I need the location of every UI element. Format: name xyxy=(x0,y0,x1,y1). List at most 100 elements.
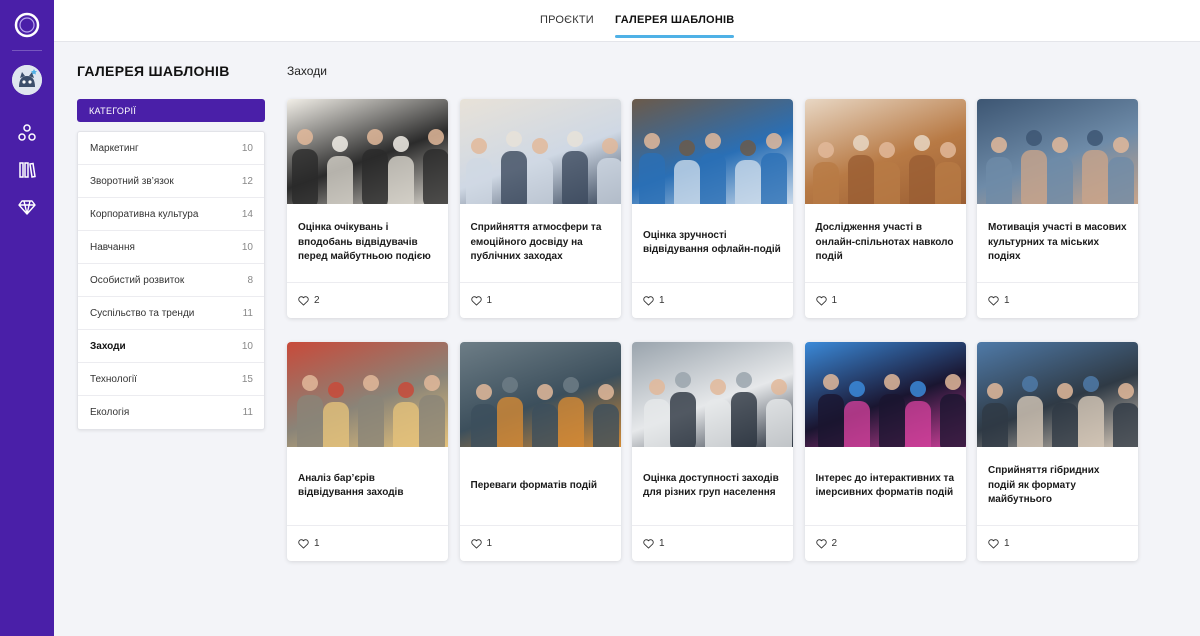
template-card[interactable]: Оцінка зручності відвідування офлайн-под… xyxy=(632,99,793,318)
category-item[interactable]: Маркетинг 10 xyxy=(78,132,264,165)
category-count: 10 xyxy=(241,241,253,253)
template-card[interactable]: Інтерес до інтерактивних та імерсивних ф… xyxy=(804,342,966,561)
category-item[interactable]: Заходи 10 xyxy=(78,330,264,363)
card-body: Оцінка зручності відвідування офлайн-под… xyxy=(632,204,793,283)
card-body: Дослідження участі в онлайн-спільнотах н… xyxy=(804,204,966,283)
card-image xyxy=(459,99,621,204)
template-grid: Оцінка очікувань і вподобань відвідувачі… xyxy=(287,99,1138,561)
category-item[interactable]: Особистий розвиток 8 xyxy=(78,264,264,297)
like-count: 1 xyxy=(486,295,493,306)
card-image xyxy=(804,99,966,204)
like-count: 1 xyxy=(659,538,665,549)
heart-icon[interactable] xyxy=(643,295,654,306)
template-card[interactable]: Оцінка доступності заходів для різних гр… xyxy=(632,342,793,561)
heart-icon[interactable] xyxy=(298,295,309,306)
template-card[interactable]: Мотивація участі в масових культурних та… xyxy=(977,99,1138,318)
left-rail xyxy=(0,0,54,636)
template-card[interactable]: Переваги форматів подій 1 xyxy=(459,342,621,561)
like-count: 1 xyxy=(1004,538,1010,549)
card-image xyxy=(287,99,448,204)
card-footer: 1 xyxy=(805,283,966,318)
card-title: Оцінка доступності заходів для різних гр… xyxy=(643,472,779,499)
heart-icon[interactable] xyxy=(815,538,827,549)
card-image xyxy=(804,342,966,447)
template-card[interactable]: Дослідження участі в онлайн-спільнотах н… xyxy=(804,99,966,318)
heart-icon[interactable] xyxy=(470,295,482,306)
category-label: Екологія xyxy=(90,407,130,418)
category-count: 10 xyxy=(241,340,253,352)
card-footer: 1 xyxy=(287,526,448,561)
like-count: 2 xyxy=(314,295,320,306)
category-list: Маркетинг 10 Зворотний зв’язок 12 Корпоратив… xyxy=(77,131,265,430)
category-item[interactable]: Технології 15 xyxy=(78,363,264,396)
card-image xyxy=(977,99,1138,204)
page-title: ГАЛЕРЕЯ ШАБЛОНІВ xyxy=(77,63,230,79)
app-logo-icon[interactable] xyxy=(13,11,41,39)
category-label: Навчання xyxy=(90,241,135,253)
category-item[interactable]: Корпоративна культура 14 xyxy=(78,198,264,231)
card-title: Аналіз бар’єрів відвідування заходів xyxy=(298,472,404,499)
card-footer: 1 xyxy=(977,283,1138,318)
card-title: Сприйняття гібридних подій як формату ма… xyxy=(988,465,1100,506)
tab-template-gallery[interactable]: ГАЛЕРЕЯ ШАБЛОНІВ xyxy=(615,14,735,38)
category-label: Корпоративна культура xyxy=(90,208,199,220)
category-label: Суспільство та тренди xyxy=(90,307,195,319)
card-footer: 1 xyxy=(632,526,793,561)
card-footer: 1 xyxy=(632,283,793,318)
card-footer: 1 xyxy=(977,526,1138,561)
categories-header: КАТЕГОРІЇ xyxy=(77,99,265,122)
card-body: Сприйняття атмосфери та емоційного досві… xyxy=(459,204,621,283)
category-item[interactable]: Екологія 11 xyxy=(78,396,264,429)
card-title: Оцінка зручності відвідування офлайн-под… xyxy=(643,229,781,256)
category-count: 15 xyxy=(241,373,253,385)
category-item[interactable]: Суспільство та тренди 11 xyxy=(78,297,264,330)
heart-icon[interactable] xyxy=(298,538,309,549)
category-count: 11 xyxy=(242,407,253,418)
avatar[interactable] xyxy=(12,65,42,95)
card-body: Інтерес до інтерактивних та імерсивних ф… xyxy=(804,447,966,526)
tab-projects[interactable]: ПРОЄКТИ xyxy=(540,14,594,26)
template-card[interactable]: Оцінка очікувань і вподобань відвідувачі… xyxy=(287,99,448,318)
card-title: Дослідження участі в онлайн-спільнотах н… xyxy=(815,222,954,263)
like-count: 1 xyxy=(659,295,665,306)
category-count: 11 xyxy=(242,307,253,319)
card-title: Мотивація участі в масових культурних та… xyxy=(988,222,1127,263)
card-title: Інтерес до інтерактивних та імерсивних ф… xyxy=(815,472,955,499)
heart-icon[interactable] xyxy=(470,538,482,549)
like-count: 1 xyxy=(486,538,493,549)
category-label: Особистий розвиток xyxy=(90,274,185,286)
library-icon[interactable] xyxy=(17,160,37,180)
heart-icon[interactable] xyxy=(988,538,999,549)
heart-icon[interactable] xyxy=(643,538,654,549)
category-count: 12 xyxy=(241,175,253,187)
category-count: 14 xyxy=(241,208,253,220)
heart-icon[interactable] xyxy=(815,295,827,306)
category-item[interactable]: Навчання 10 xyxy=(78,231,264,264)
category-label: Зворотний зв’язок xyxy=(90,175,174,187)
rail-divider xyxy=(12,50,42,51)
diamond-icon[interactable] xyxy=(17,197,37,217)
card-image xyxy=(459,342,621,447)
card-body: Переваги форматів подій xyxy=(459,447,621,526)
card-footer: 2 xyxy=(287,283,448,318)
template-card[interactable]: Аналіз бар’єрів відвідування заходів 1 xyxy=(287,342,448,561)
category-label: Заходи xyxy=(90,340,126,352)
card-title: Оцінка очікувань і вподобань відвідувачі… xyxy=(298,222,431,263)
category-label: Технології xyxy=(90,373,137,385)
template-card[interactable]: Сприйняття атмосфери та емоційного досві… xyxy=(459,99,621,318)
category-count: 10 xyxy=(241,142,253,154)
heart-icon[interactable] xyxy=(988,295,999,306)
card-body: Аналіз бар’єрів відвідування заходів xyxy=(287,447,448,526)
category-item[interactable]: Зворотний зв’язок 12 xyxy=(78,165,264,198)
like-count: 2 xyxy=(831,538,838,549)
category-label: Маркетинг xyxy=(90,142,139,154)
card-footer: 1 xyxy=(460,526,621,561)
card-image xyxy=(287,342,448,447)
like-count: 1 xyxy=(831,295,838,306)
card-body: Оцінка очікувань і вподобань відвідувачі… xyxy=(287,204,448,283)
card-footer: 1 xyxy=(460,283,621,318)
like-count: 1 xyxy=(1004,295,1010,306)
template-card[interactable]: Сприйняття гібридних подій як формату ма… xyxy=(977,342,1138,561)
card-title: Переваги форматів подій xyxy=(470,479,598,491)
nodes-icon[interactable] xyxy=(17,123,37,143)
